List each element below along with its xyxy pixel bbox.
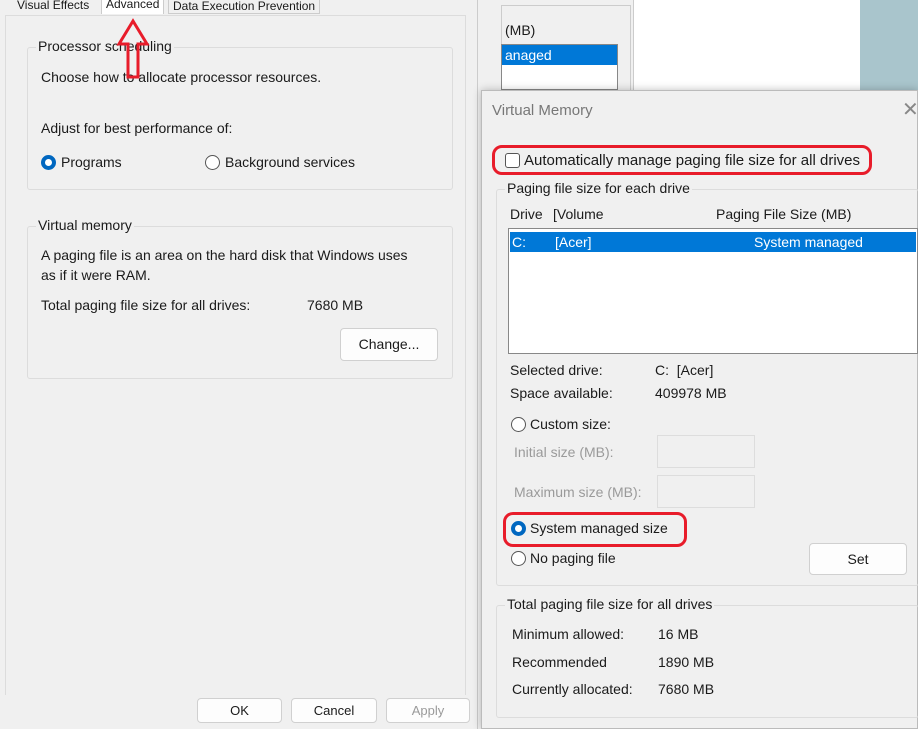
close-icon[interactable]: ✕	[902, 97, 918, 122]
row-drive: C:	[512, 234, 526, 250]
background-services-label: Background services	[225, 154, 355, 170]
ok-button[interactable]: OK	[197, 698, 282, 723]
maximum-size-label: Maximum size (MB):	[514, 484, 642, 500]
tab-visual-effects[interactable]: Visual Effects	[17, 0, 89, 12]
cancel-button[interactable]: Cancel	[291, 698, 377, 723]
recommended-value: 1890 MB	[658, 654, 715, 670]
adjust-label: Adjust for best performance of:	[41, 120, 233, 136]
total-paging-label: Total paging file size for all drives:	[41, 297, 251, 313]
background-column-header: (MB)	[505, 22, 536, 38]
group-title: Total paging file size for all drives	[505, 596, 715, 612]
set-button[interactable]: Set	[809, 543, 907, 575]
drive-list[interactable]: C: [Acer] System managed	[508, 228, 918, 354]
background-selected-row: anaged	[502, 45, 617, 65]
row-volume: [Acer]	[555, 234, 592, 250]
background-window: (MB) anaged	[479, 0, 918, 90]
background-white-pane	[633, 0, 860, 90]
selected-drive-label: Selected drive:	[510, 362, 603, 378]
group-title: Paging file size for each drive	[505, 180, 692, 196]
table-row[interactable]: C: [Acer] System managed	[510, 232, 916, 252]
no-paging-file-label: No paging file	[530, 550, 616, 566]
space-available-value: 409978 MB	[655, 385, 727, 401]
column-volume: [Volume	[553, 206, 604, 222]
annotation-highlight-system-managed	[503, 512, 687, 547]
annotation-highlight-auto-manage	[492, 145, 872, 175]
change-button[interactable]: Change...	[340, 328, 438, 361]
annotation-arrow-icon	[116, 18, 150, 79]
custom-size-radio[interactable]	[511, 417, 526, 432]
dialog-title: Virtual Memory	[492, 102, 593, 119]
initial-size-input[interactable]	[657, 435, 755, 468]
column-paging-size: Paging File Size (MB)	[716, 206, 852, 222]
row-size: System managed	[754, 234, 863, 250]
initial-size-label: Initial size (MB):	[514, 444, 614, 460]
desktop-background	[860, 0, 918, 90]
currently-allocated-value: 7680 MB	[658, 681, 715, 697]
performance-options-dialog: Visual Effects Advanced Data Execution P…	[0, 0, 478, 729]
background-services-radio[interactable]	[205, 155, 220, 170]
apply-button[interactable]: Apply	[386, 698, 470, 723]
vm-description-2: as if it were RAM.	[41, 267, 151, 283]
tab-advanced[interactable]: Advanced	[101, 0, 165, 14]
no-paging-file-radio[interactable]	[511, 551, 526, 566]
recommended-label: Recommended	[512, 654, 607, 670]
selected-drive-value: C: [Acer]	[655, 362, 714, 378]
processor-description: Choose how to allocate processor resourc…	[41, 69, 322, 85]
column-drive: Drive	[510, 206, 543, 222]
maximum-size-input[interactable]	[657, 475, 755, 508]
minimum-allowed-label: Minimum allowed:	[512, 626, 625, 642]
group-title: Processor scheduling	[36, 38, 174, 54]
virtual-memory-dialog: Virtual Memory ✕ Automatically manage pa…	[481, 90, 918, 729]
group-title: Virtual memory	[36, 217, 134, 233]
space-available-label: Space available:	[510, 385, 613, 401]
currently-allocated-label: Currently allocated:	[512, 681, 633, 697]
total-paging-value: 7680 MB	[307, 297, 364, 313]
vm-description: A paging file is an area on the hard dis…	[41, 247, 408, 263]
programs-radio[interactable]	[41, 155, 56, 170]
tab-data-execution-prevention[interactable]: Data Execution Prevention	[168, 0, 321, 14]
custom-size-label: Custom size:	[530, 416, 611, 432]
programs-label: Programs	[61, 154, 122, 170]
minimum-allowed-value: 16 MB	[658, 626, 699, 642]
